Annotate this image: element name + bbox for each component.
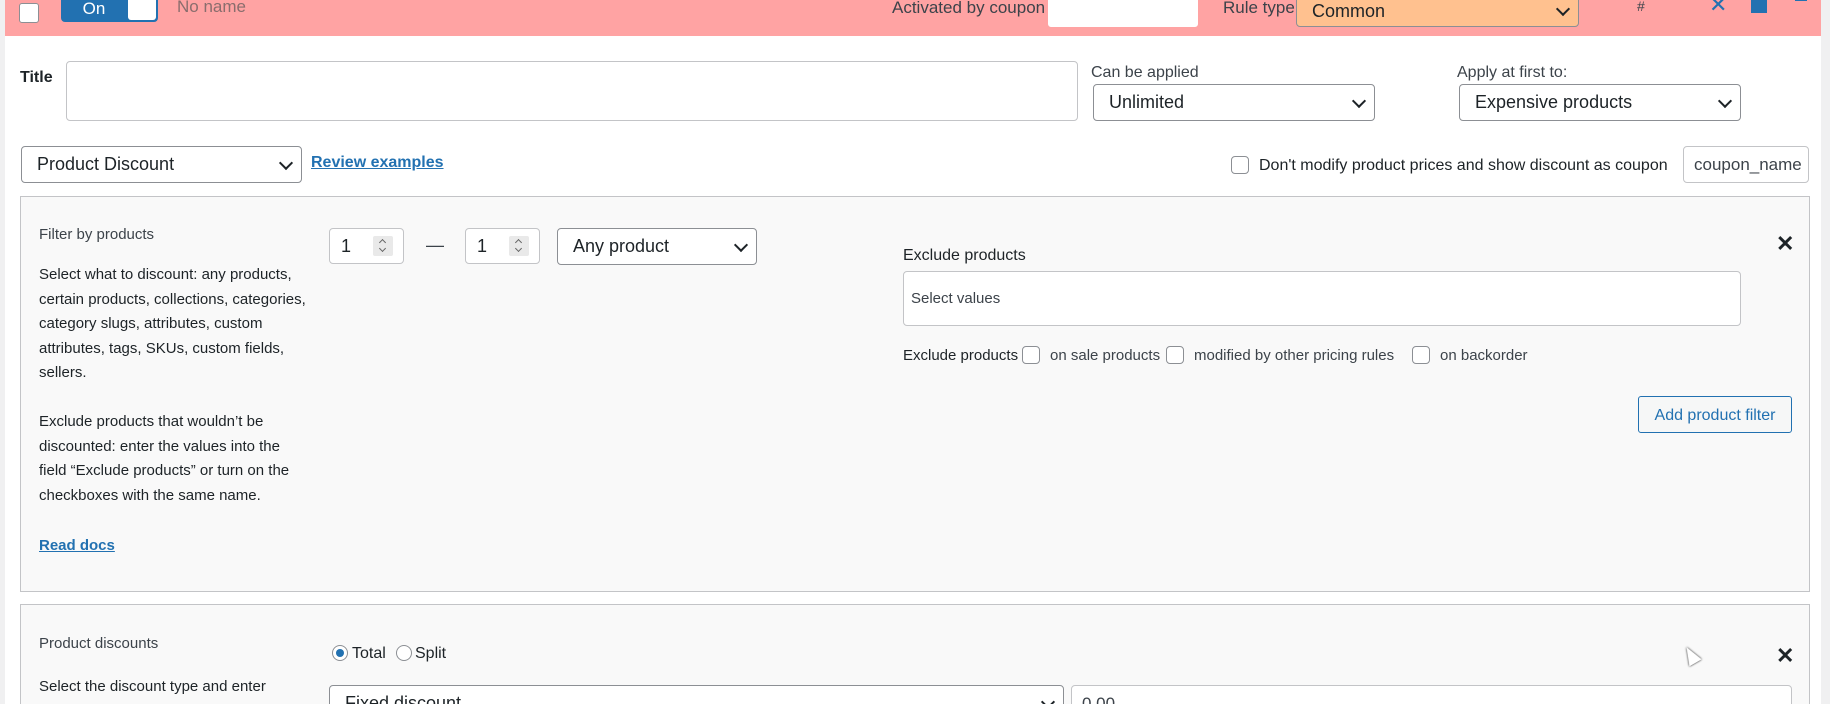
filter-section-title: Filter by products: [39, 226, 155, 243]
add-product-filter-button[interactable]: Add product filter: [1638, 396, 1792, 433]
chevron-down-icon: [733, 237, 749, 252]
discount-method-select[interactable]: Fixed discount: [329, 685, 1064, 704]
title-label: Title: [20, 69, 53, 86]
chevron-down-icon: [1040, 694, 1056, 704]
dont-modify-prices-checkbox[interactable]: [1231, 156, 1249, 174]
read-docs-link[interactable]: Read docs: [39, 537, 115, 554]
chevron-down-icon: [1351, 93, 1367, 108]
discount-amount-input[interactable]: 0.00: [1071, 685, 1792, 704]
exclude-products-input[interactable]: Select values: [903, 271, 1741, 326]
discount-amount-value: 0.00: [1082, 694, 1116, 704]
modified-by-rules-checkbox[interactable]: [1166, 346, 1184, 364]
toggle-on-label: On: [82, 0, 106, 18]
rule-select-checkbox[interactable]: [19, 3, 39, 23]
dont-modify-prices-label: Don't modify product prices and show dis…: [1259, 157, 1668, 174]
radio-split[interactable]: [396, 645, 412, 661]
filter-exclude-description: Exclude products that wouldn’t be discou…: [39, 413, 290, 504]
on-backorder-label: on backorder: [1440, 347, 1528, 364]
chevron-down-icon: [1717, 93, 1733, 108]
exclude-checks-label: Exclude products: [903, 347, 1019, 364]
activated-by-coupon-label: Activated by coupon: [892, 0, 1046, 17]
chevron-down-icon: [1555, 1, 1571, 16]
modified-by-rules-label: modified by other pricing rules: [1194, 347, 1395, 364]
chevron-down-icon: [278, 155, 294, 170]
on-sale-checkbox[interactable]: [1022, 346, 1040, 364]
filter-products-section: Filter by products Select what to discou…: [20, 196, 1810, 592]
remove-discount-close-icon[interactable]: ✕: [1776, 643, 1794, 669]
discount-method-value: Fixed discount: [345, 693, 462, 704]
delete-rule-icon[interactable]: ✕: [1709, 0, 1727, 18]
rule-type-label: Rule type: [1223, 0, 1295, 17]
exclude-products-label: Exclude products: [903, 247, 1026, 264]
discount-section-description: Select the discount type and enter: [39, 678, 266, 695]
apply-first-value: Expensive products: [1475, 92, 1633, 112]
can-be-applied-label: Can be applied: [1091, 64, 1199, 81]
product-type-value: Any product: [573, 236, 670, 256]
apply-first-label: Apply at first to:: [1457, 64, 1568, 81]
rule-name-label[interactable]: No name: [177, 0, 246, 17]
qty-from-spinner-icon[interactable]: [373, 236, 393, 256]
discount-type-select[interactable]: Product Discount: [21, 146, 302, 183]
filter-section-description: Select what to discount: any products, c…: [39, 266, 306, 381]
radio-total-label: Total: [352, 645, 386, 662]
rule-type-select[interactable]: Common: [1296, 0, 1579, 27]
discount-section-title: Product discounts: [39, 635, 159, 652]
coupon-name-input[interactable]: coupon_name: [1683, 146, 1809, 183]
qty-to-spinner-icon[interactable]: [509, 236, 529, 256]
rule-type-value: Common: [1312, 1, 1386, 21]
collapse-rule-icon[interactable]: [1795, 0, 1807, 1]
can-be-applied-select[interactable]: Unlimited: [1093, 84, 1375, 121]
toggle-knob: [128, 0, 156, 20]
product-type-select[interactable]: Any product: [557, 228, 757, 265]
qty-from-value: 1: [341, 236, 352, 256]
qty-to-input[interactable]: 1: [465, 228, 540, 264]
product-discounts-section: Product discounts Select the discount ty…: [20, 604, 1810, 704]
on-sale-label: on sale products: [1050, 347, 1161, 364]
on-backorder-checkbox[interactable]: [1412, 346, 1430, 364]
qty-to-value: 1: [477, 236, 488, 256]
qty-from-input[interactable]: 1: [329, 228, 404, 264]
qty-separator: —: [426, 235, 444, 255]
rule-header-bar: On No name Activated by coupon Rule type…: [5, 0, 1821, 36]
rule-id-hash: #: [1637, 0, 1645, 14]
discount-type-value: Product Discount: [37, 154, 175, 174]
rule-editor: On No name Activated by coupon Rule type…: [5, 0, 1821, 704]
title-input[interactable]: [66, 61, 1078, 121]
rule-enabled-toggle[interactable]: On: [61, 0, 158, 22]
copy-rule-icon[interactable]: [1751, 0, 1767, 13]
apply-first-select[interactable]: Expensive products: [1459, 84, 1741, 121]
radio-split-label: Split: [415, 645, 447, 662]
coupon-code-input[interactable]: [1047, 0, 1199, 28]
review-examples-link[interactable]: Review examples: [311, 154, 444, 172]
radio-total[interactable]: [332, 645, 348, 661]
can-be-applied-value: Unlimited: [1109, 92, 1185, 112]
remove-filter-close-icon[interactable]: ✕: [1776, 231, 1794, 257]
